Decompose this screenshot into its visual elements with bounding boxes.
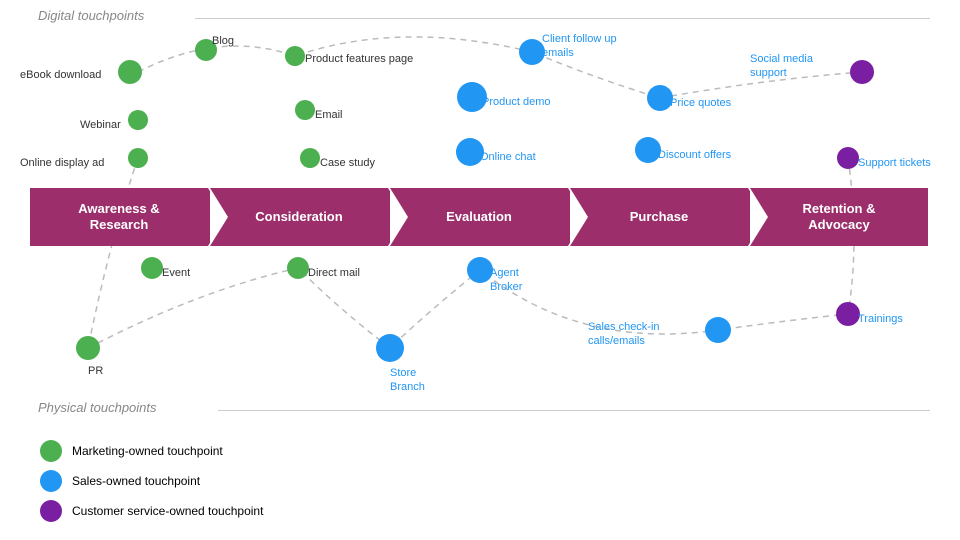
touchpoint-2: Webinar bbox=[128, 110, 148, 130]
funnel-evaluation-label: Evaluation bbox=[446, 209, 512, 225]
touchpoint-5: Sales check-in calls/emails bbox=[705, 317, 731, 343]
touchpoint-circle-2 bbox=[76, 336, 100, 360]
touchpoint-0: Blog bbox=[195, 39, 217, 61]
touchpoint-circle-13 bbox=[837, 147, 859, 169]
touchpoint-circle-0 bbox=[141, 257, 163, 279]
touchpoint-label-11: Discount offers bbox=[658, 148, 731, 162]
touchpoint-6: Trainings bbox=[836, 302, 860, 326]
legend-marketing: Marketing-owned touchpoint bbox=[40, 440, 263, 462]
legend-customer-service-label: Customer service-owned touchpoint bbox=[72, 504, 263, 518]
touchpoint-12: Social media support bbox=[850, 60, 874, 84]
touchpoint-label-1: Direct mail bbox=[308, 266, 360, 280]
physical-touchpoints-label: Physical touchpoints bbox=[38, 400, 157, 415]
touchpoint-2: PR bbox=[76, 336, 100, 360]
touchpoint-circle-5 bbox=[295, 100, 315, 120]
touchpoint-3: Online display ad bbox=[128, 148, 148, 168]
touchpoint-label-2: PR bbox=[88, 364, 103, 378]
touchpoint-circle-1 bbox=[287, 257, 309, 279]
legend-purple-circle bbox=[40, 500, 62, 522]
legend-sales: Sales-owned touchpoint bbox=[40, 470, 263, 492]
touchpoint-label-2: Webinar bbox=[80, 118, 121, 132]
touchpoint-4: Agent Broker bbox=[467, 257, 493, 283]
touchpoint-circle-5 bbox=[705, 317, 731, 343]
funnel-row: Awareness &Research Consideration Evalua… bbox=[30, 188, 930, 246]
touchpoint-3: Store Branch bbox=[376, 334, 404, 362]
touchpoint-label-0: Event bbox=[162, 266, 190, 280]
touchpoint-label-4: Agent Broker bbox=[490, 266, 522, 295]
touchpoint-circle-2 bbox=[128, 110, 148, 130]
funnel-consideration: Consideration bbox=[210, 188, 388, 246]
touchpoint-13: Support tickets bbox=[837, 147, 859, 169]
funnel-consideration-label: Consideration bbox=[255, 209, 342, 225]
diagram-container: Digital touchpoints Physical touchpoints… bbox=[0, 0, 960, 540]
funnel-purchase: Purchase bbox=[570, 188, 748, 246]
touchpoint-6: Case study bbox=[300, 148, 320, 168]
touchpoint-circle-12 bbox=[850, 60, 874, 84]
touchpoint-circle-3 bbox=[376, 334, 404, 362]
touchpoint-label-1: eBook download bbox=[20, 68, 101, 82]
funnel-retention: Retention &Advocacy bbox=[750, 188, 928, 246]
touchpoint-label-5: Email bbox=[315, 108, 343, 122]
touchpoint-label-3: Online display ad bbox=[20, 156, 104, 170]
touchpoint-label-6: Case study bbox=[320, 156, 375, 170]
touchpoint-10: Price quotes bbox=[647, 85, 673, 111]
touchpoint-label-7: Client follow up emails bbox=[542, 32, 617, 61]
touchpoint-11: Discount offers bbox=[635, 137, 661, 163]
touchpoint-label-12: Social media support bbox=[750, 52, 813, 81]
touchpoint-label-10: Price quotes bbox=[670, 96, 731, 110]
touchpoint-1: Direct mail bbox=[287, 257, 309, 279]
legend: Marketing-owned touchpoint Sales-owned t… bbox=[40, 440, 263, 522]
digital-touchpoints-label: Digital touchpoints bbox=[38, 8, 144, 23]
touchpoint-circle-3 bbox=[128, 148, 148, 168]
touchpoint-0: Event bbox=[141, 257, 163, 279]
touchpoint-label-4: Product features page bbox=[305, 52, 413, 66]
legend-blue-circle bbox=[40, 470, 62, 492]
touchpoint-label-6: Trainings bbox=[858, 312, 903, 326]
legend-sales-label: Sales-owned touchpoint bbox=[72, 474, 200, 488]
touchpoint-circle-1 bbox=[118, 60, 142, 84]
funnel-retention-label: Retention &Advocacy bbox=[803, 201, 876, 232]
touchpoint-1: eBook download bbox=[118, 60, 142, 84]
funnel-awareness: Awareness &Research bbox=[30, 188, 208, 246]
legend-green-circle bbox=[40, 440, 62, 462]
funnel-evaluation: Evaluation bbox=[390, 188, 568, 246]
physical-separator-line bbox=[218, 410, 930, 411]
funnel-awareness-label: Awareness &Research bbox=[78, 201, 159, 232]
touchpoint-circle-6 bbox=[300, 148, 320, 168]
funnel-purchase-label: Purchase bbox=[630, 209, 689, 225]
touchpoint-label-13: Support tickets bbox=[858, 156, 931, 170]
legend-customer-service: Customer service-owned touchpoint bbox=[40, 500, 263, 522]
touchpoint-8: Product demo bbox=[457, 82, 487, 112]
digital-separator-line bbox=[195, 18, 930, 19]
touchpoint-7: Client follow up emails bbox=[519, 39, 545, 65]
legend-marketing-label: Marketing-owned touchpoint bbox=[72, 444, 223, 458]
touchpoint-circle-6 bbox=[836, 302, 860, 326]
touchpoint-label-9: Online chat bbox=[480, 150, 536, 164]
touchpoint-label-3: Store Branch bbox=[390, 366, 425, 395]
touchpoint-4: Product features page bbox=[285, 46, 305, 66]
touchpoint-circle-4 bbox=[285, 46, 305, 66]
touchpoint-5: Email bbox=[295, 100, 315, 120]
touchpoint-label-5: Sales check-in calls/emails bbox=[588, 320, 660, 349]
touchpoint-label-0: Blog bbox=[212, 34, 234, 48]
touchpoint-label-8: Product demo bbox=[482, 95, 550, 109]
touchpoint-9: Online chat bbox=[456, 138, 484, 166]
